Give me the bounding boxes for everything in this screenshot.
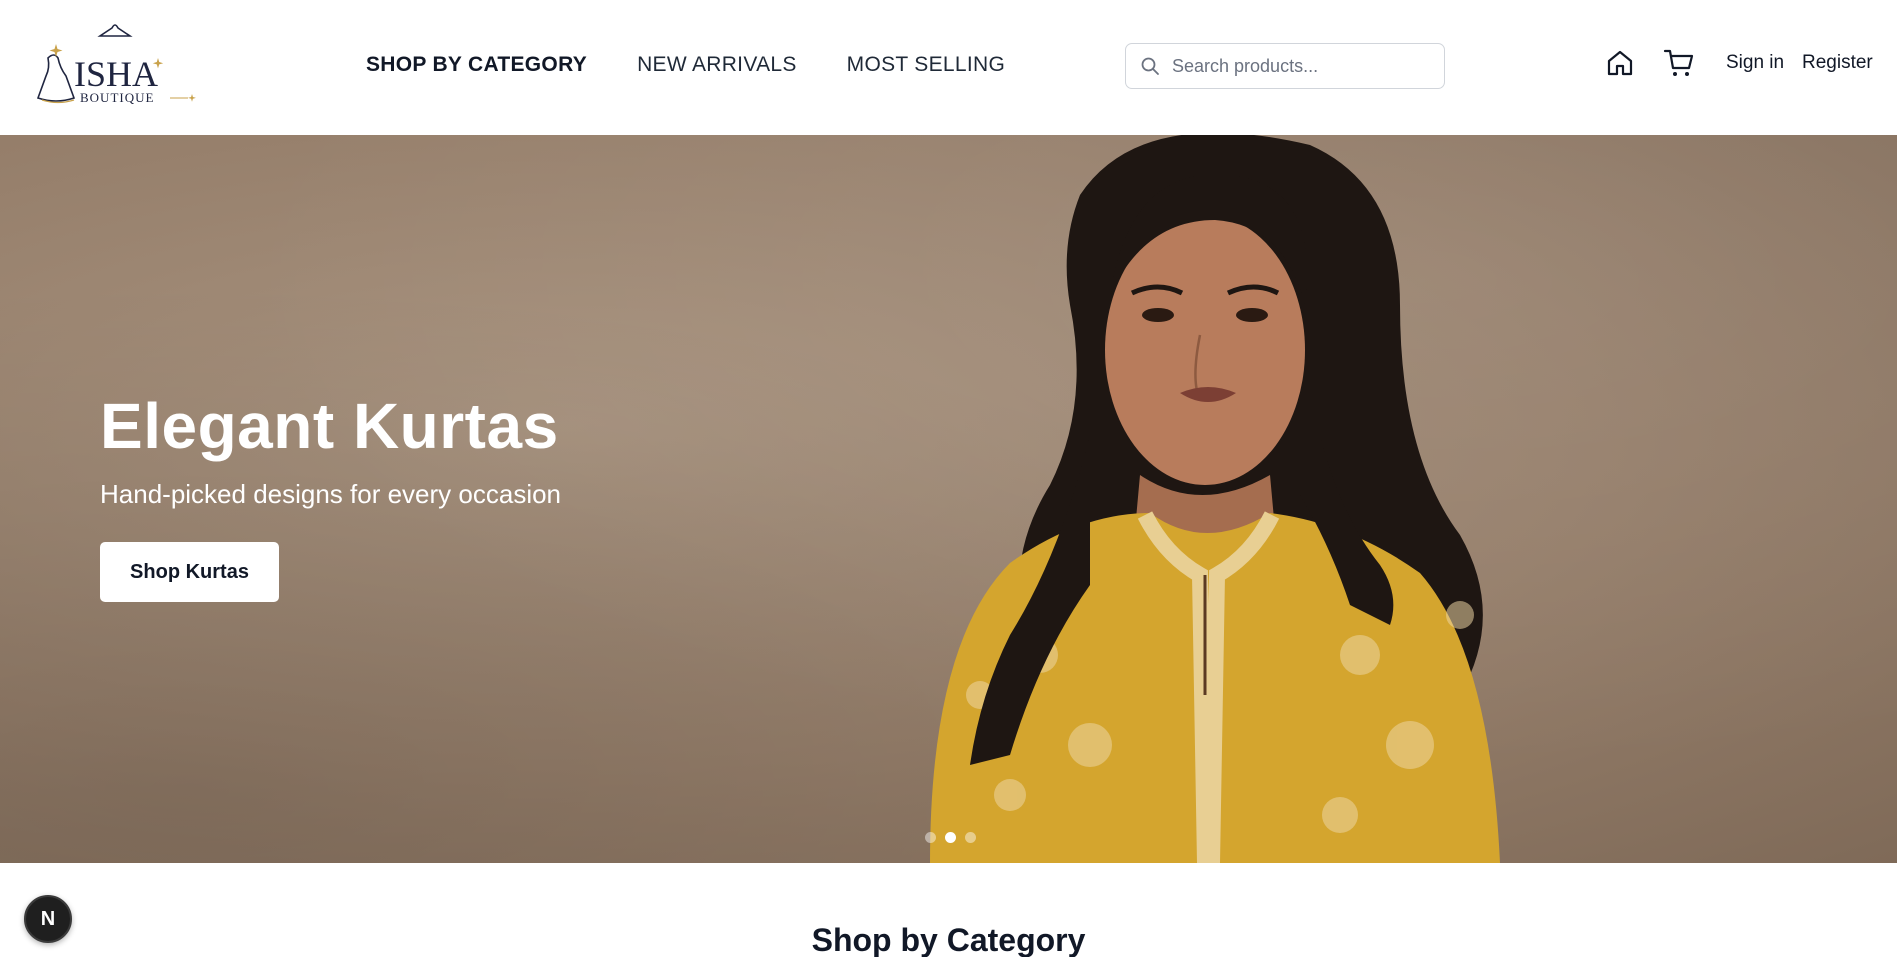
- logo-graphic: ISHA BOUTIQUE: [36, 24, 196, 105]
- shop-by-category-heading: Shop by Category: [811, 922, 1086, 957]
- brand-name: ISHA: [74, 54, 158, 94]
- carousel-dot-2[interactable]: [945, 832, 956, 843]
- nav-new-arrivals[interactable]: NEW ARRIVALS: [637, 50, 797, 80]
- carousel-dot-3[interactable]: [965, 832, 976, 843]
- hero-subtitle: Hand-picked designs for every occasion: [100, 479, 562, 509]
- hero-model-image: [900, 135, 1620, 863]
- hero-title: Elegant Kurtas: [100, 390, 559, 462]
- hero-carousel: Elegant Kurtas Hand-picked designs for e…: [0, 135, 1897, 863]
- brand-logo[interactable]: ISHA BOUTIQUE: [30, 18, 205, 118]
- brand-tagline: BOUTIQUE: [80, 90, 154, 105]
- nav-most-selling[interactable]: MOST SELLING: [847, 50, 1005, 80]
- carousel-dots: [925, 832, 976, 843]
- home-icon: [1605, 48, 1635, 83]
- cart-icon: [1663, 47, 1695, 84]
- home-button[interactable]: [1601, 46, 1639, 84]
- sign-in-link[interactable]: Sign in: [1726, 52, 1784, 74]
- main-nav: SHOP BY CATEGORY NEW ARRIVALS MOST SELLI…: [366, 50, 1055, 80]
- search-input[interactable]: [1172, 55, 1432, 77]
- carousel-dot-1[interactable]: [925, 832, 936, 843]
- site-header: ISHA BOUTIQUE SHOP BY CATEGORY NEW ARRIV…: [0, 0, 1897, 135]
- search-box[interactable]: [1125, 43, 1445, 89]
- search-icon: [1140, 55, 1162, 77]
- dev-tools-badge[interactable]: N: [24, 895, 72, 943]
- shop-kurtas-button[interactable]: Shop Kurtas: [100, 542, 279, 602]
- register-link[interactable]: Register: [1802, 52, 1873, 74]
- nav-shop-by-category[interactable]: SHOP BY CATEGORY: [366, 50, 587, 80]
- cart-button[interactable]: [1660, 46, 1698, 84]
